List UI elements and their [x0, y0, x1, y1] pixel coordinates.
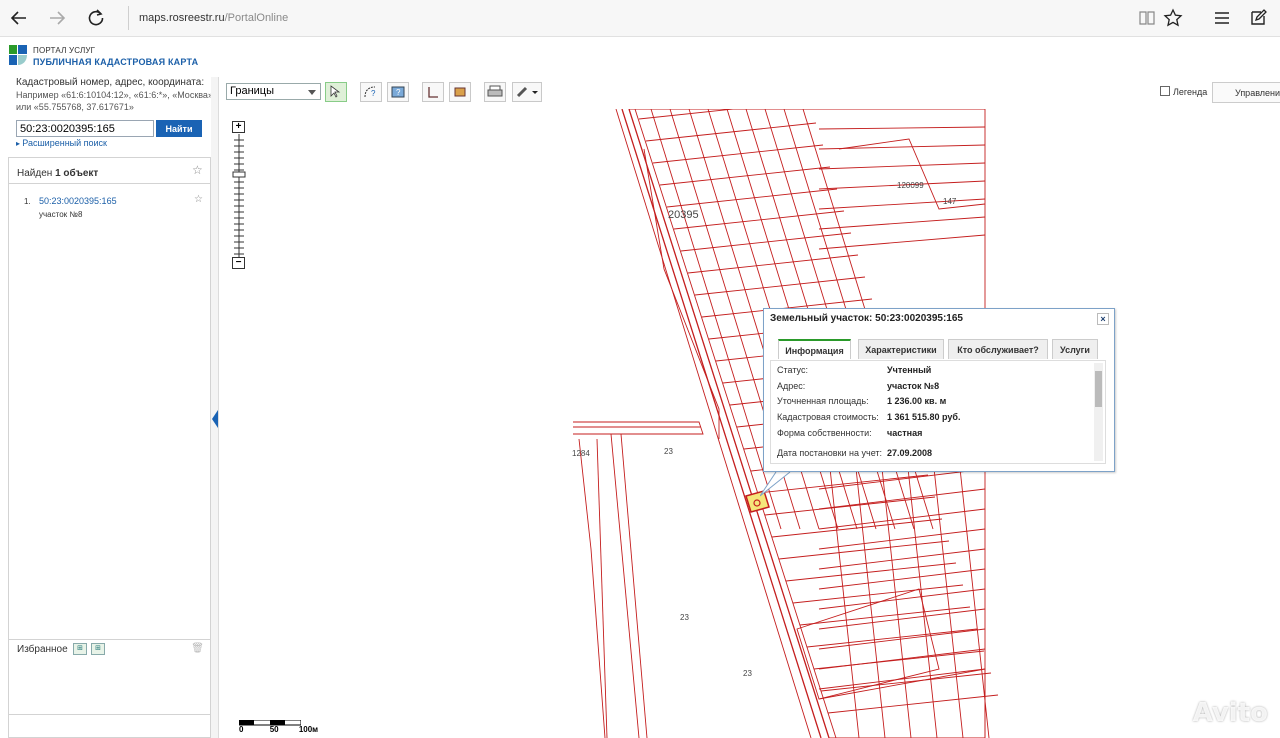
svg-text:?: ?: [396, 88, 401, 97]
found-prefix: Найден: [17, 168, 53, 179]
legend-checkbox[interactable]: [1160, 86, 1170, 96]
favorite-star-icon[interactable]: [1158, 4, 1188, 32]
collapse-arrow-icon[interactable]: [212, 410, 218, 428]
tab-info[interactable]: Информация: [778, 339, 851, 359]
address-host: maps.rosreestr.ru: [139, 12, 225, 24]
popup-scrollbar[interactable]: [1094, 363, 1103, 461]
legend-label: Легенда: [1173, 87, 1208, 97]
layer-select[interactable]: Границы: [226, 83, 321, 100]
rosreestr-logo-icon: [9, 45, 27, 65]
row-label: Адрес:: [777, 381, 806, 391]
lot-label: 23: [680, 613, 689, 622]
zoom-in-button[interactable]: +: [232, 121, 245, 133]
coordinates-icon[interactable]: [449, 82, 471, 102]
export-icon[interactable]: ⊞: [91, 643, 105, 655]
row-label: Форма собственности:: [777, 428, 872, 438]
import-icon[interactable]: ⊞: [73, 643, 87, 655]
scale-0: 0: [239, 725, 244, 734]
tab-services[interactable]: Услуги: [1052, 339, 1098, 359]
zoom-track[interactable]: [232, 134, 246, 259]
cadastral-map[interactable]: [219, 109, 1280, 738]
hub-menu-icon[interactable]: [1207, 4, 1237, 32]
lot-label: 23: [743, 669, 752, 678]
map-canvas[interactable]: + − 0 50 100м 20395 23 23 23 1284 120099…: [219, 109, 1280, 738]
area-identify-icon[interactable]: ?: [360, 82, 382, 102]
found-count: 1 объект: [55, 168, 99, 179]
results-panel: Найден 1 объект ☆ 1. 50:23:0020395:165 у…: [8, 157, 211, 715]
row-value: участок №8: [887, 381, 940, 391]
result-star-icon[interactable]: ☆: [194, 194, 203, 205]
address-bar[interactable]: maps.rosreestr.ru/PortalOnline: [128, 6, 1028, 30]
star-icon[interactable]: ☆: [192, 163, 203, 177]
result-number: 1.: [24, 197, 31, 206]
block-label: 20395: [668, 209, 699, 221]
measure-icon[interactable]: [422, 82, 444, 102]
row-value: 1 236.00 кв. м: [887, 396, 947, 406]
manage-button[interactable]: Управление: [1212, 82, 1280, 103]
forward-icon[interactable]: [42, 4, 72, 32]
result-subtitle: участок №8: [39, 210, 83, 219]
manage-label: Управление: [1235, 88, 1280, 98]
lot-label: 1284: [572, 449, 590, 458]
panel-splitter[interactable]: [211, 77, 219, 738]
address-path: /PortalOnline: [224, 12, 289, 24]
identify-icon[interactable]: ?: [387, 82, 409, 102]
link-dropdown-icon[interactable]: [512, 82, 542, 102]
close-icon[interactable]: ×: [1097, 313, 1109, 325]
tab-characteristics[interactable]: Характеристики: [858, 339, 944, 359]
row-value: частная: [887, 428, 923, 438]
scale-labels: 0 50 100м: [239, 725, 318, 734]
scale-100: 100м: [298, 725, 319, 734]
row-label: Кадастровая стоимость:: [777, 412, 879, 422]
left-panel: Кадастровый номер, адрес, координата: На…: [8, 77, 213, 738]
row-value: Учтенный: [887, 365, 932, 375]
portal-title[interactable]: ПУБЛИЧНАЯ КАДАСТРОВАЯ КАРТА: [33, 57, 198, 67]
result-link[interactable]: 50:23:0020395:165: [39, 196, 117, 206]
lot-label: 120099: [897, 181, 924, 190]
portal-top-label: ПОРТАЛ УСЛУГ: [33, 46, 96, 55]
search-hint-title: Кадастровый номер, адрес, координата:: [16, 77, 205, 88]
lot-label: 147: [943, 197, 957, 206]
search-input[interactable]: [16, 120, 154, 137]
parcel-info-popup: Земельный участок: 50:23:0020395:165 × И…: [763, 308, 1115, 472]
scale-50: 50: [269, 725, 279, 734]
web-note-icon[interactable]: [1243, 4, 1273, 32]
found-header: Найден 1 объект: [9, 158, 210, 184]
favorites-panel: Избранное ⊞ ⊞ 🗑: [8, 639, 211, 738]
tab-who-serves[interactable]: Кто обслуживает?: [948, 339, 1048, 359]
search-hint-example: Например «61:6:10104:12», «61:6:*», «Мос…: [16, 90, 213, 112]
back-icon[interactable]: [4, 4, 34, 32]
search-button[interactable]: Найти: [156, 120, 202, 137]
print-icon[interactable]: [484, 82, 506, 102]
select-info-tool-icon[interactable]: [325, 82, 347, 102]
map-toolbar: Границы ? ? Легенда Управление: [219, 77, 1280, 109]
row-value: 27.09.2008: [887, 448, 933, 458]
browser-toolbar: maps.rosreestr.ru/PortalOnline: [0, 0, 1280, 37]
row-label: Дата постановки на учет:: [777, 448, 883, 458]
advanced-search-link[interactable]: Расширенный поиск: [16, 138, 107, 148]
lot-label: 23: [664, 447, 673, 456]
refresh-icon[interactable]: [81, 4, 111, 32]
portal-header: ПОРТАЛ УСЛУГ ПУБЛИЧНАЯ КАДАСТРОВАЯ КАРТА: [0, 38, 1280, 76]
search-hint: Кадастровый номер, адрес, координата: На…: [16, 77, 216, 113]
zoom-slider[interactable]: + −: [232, 121, 246, 271]
zoom-out-button[interactable]: −: [232, 257, 245, 269]
row-label: Статус:: [777, 365, 808, 375]
svg-text:?: ?: [371, 89, 376, 98]
favorites-title: Избранное: [17, 644, 68, 655]
row-label: Уточненная площадь:: [777, 396, 869, 406]
avito-watermark: Avito: [1192, 698, 1268, 728]
row-value: 1 361 515.80 руб.: [887, 412, 961, 422]
trash-icon[interactable]: 🗑: [191, 643, 204, 654]
popup-pointer: [760, 471, 791, 497]
popup-body: Статус: Учтенный Адрес: участок №8 Уточн…: [770, 360, 1106, 464]
popup-title: Земельный участок: 50:23:0020395:165: [770, 313, 963, 324]
